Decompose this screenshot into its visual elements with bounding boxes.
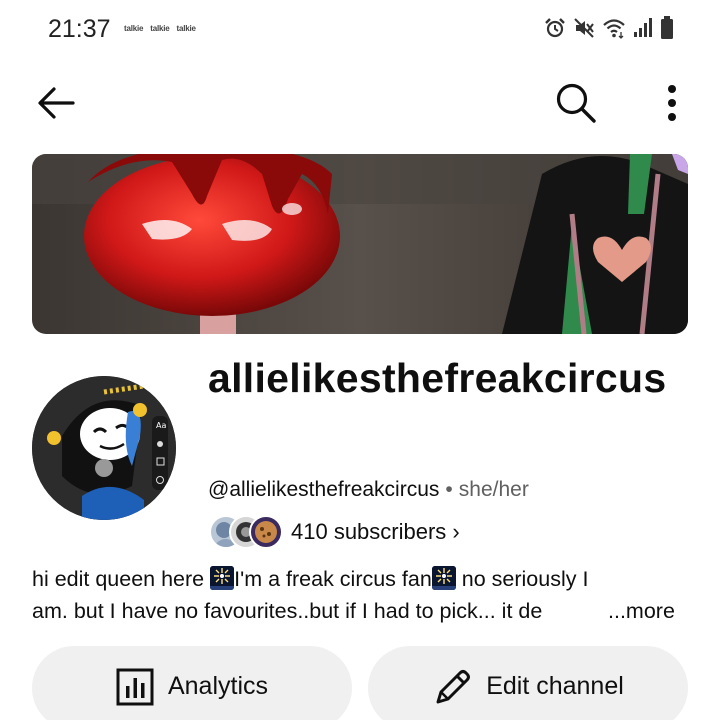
analytics-icon — [116, 666, 154, 706]
mute-icon — [573, 17, 595, 39]
signal-icon — [633, 17, 653, 39]
system-icons — [544, 16, 674, 40]
description-text: hi edit queen here — [32, 567, 211, 591]
avatar-artwork: Aa — [32, 376, 176, 520]
fireworks-emoji-icon — [431, 566, 456, 590]
alarm-icon — [544, 17, 566, 39]
more-options-button[interactable] — [646, 79, 698, 131]
channel-description[interactable]: hi edit queen here I'm a freak circus fa… — [32, 563, 692, 627]
separator-dot: • — [445, 478, 453, 501]
description-text: am. but I have no favourites..but if I h… — [32, 599, 543, 623]
description-line: hi edit queen here I'm a freak circus fa… — [32, 563, 692, 595]
description-text: no seriously I — [455, 567, 589, 591]
subscribers-row[interactable]: 410 subscribers › — [209, 514, 460, 550]
channel-handle-line: @allielikesthefreakcircus • she/her — [208, 478, 529, 502]
channel-handle: @allielikesthefreakcircus — [208, 478, 440, 501]
subscriber-count: 410 subscribers — [291, 519, 447, 544]
analytics-button[interactable]: Analytics — [32, 646, 352, 720]
more-vertical-icon — [666, 83, 678, 128]
status-time: 21:37 — [48, 15, 111, 43]
analytics-label: Analytics — [167, 672, 269, 700]
edit-channel-button[interactable]: Edit channel — [368, 646, 688, 720]
subscriber-avatars — [209, 515, 285, 549]
banner-artwork — [32, 154, 688, 334]
channel-banner[interactable] — [32, 154, 688, 334]
app-bar — [0, 75, 720, 137]
search-icon — [554, 81, 598, 130]
chevron-right-icon: › — [452, 519, 460, 544]
channel-avatar[interactable]: Aa — [32, 376, 176, 520]
back-arrow-icon — [36, 86, 76, 125]
svg-text:Aa: Aa — [156, 421, 166, 430]
description-text: I'm a freak circus fan — [234, 567, 432, 591]
battery-icon — [660, 16, 674, 40]
search-button[interactable] — [550, 79, 602, 131]
pencil-icon — [432, 666, 472, 708]
fireworks-emoji-icon — [210, 566, 235, 590]
subscriber-avatar — [249, 515, 283, 549]
edit-channel-label: Edit channel — [486, 672, 624, 700]
notification-icons: talkie talkie talkie — [124, 24, 196, 33]
talkie-notification-icon: talkie — [124, 24, 144, 33]
back-button[interactable] — [30, 79, 82, 131]
channel-name: allielikesthefreakcircus — [208, 355, 667, 401]
pronouns: she/her — [458, 478, 529, 501]
wifi-icon — [602, 17, 626, 39]
talkie-notification-icon: talkie — [150, 24, 170, 33]
status-bar: 21:37 talkie talkie talkie — [0, 0, 720, 62]
more-link[interactable]: ...more — [596, 595, 675, 627]
talkie-notification-icon: talkie — [176, 24, 196, 33]
description-line: am. but I have no favourites..but if I h… — [32, 595, 692, 627]
